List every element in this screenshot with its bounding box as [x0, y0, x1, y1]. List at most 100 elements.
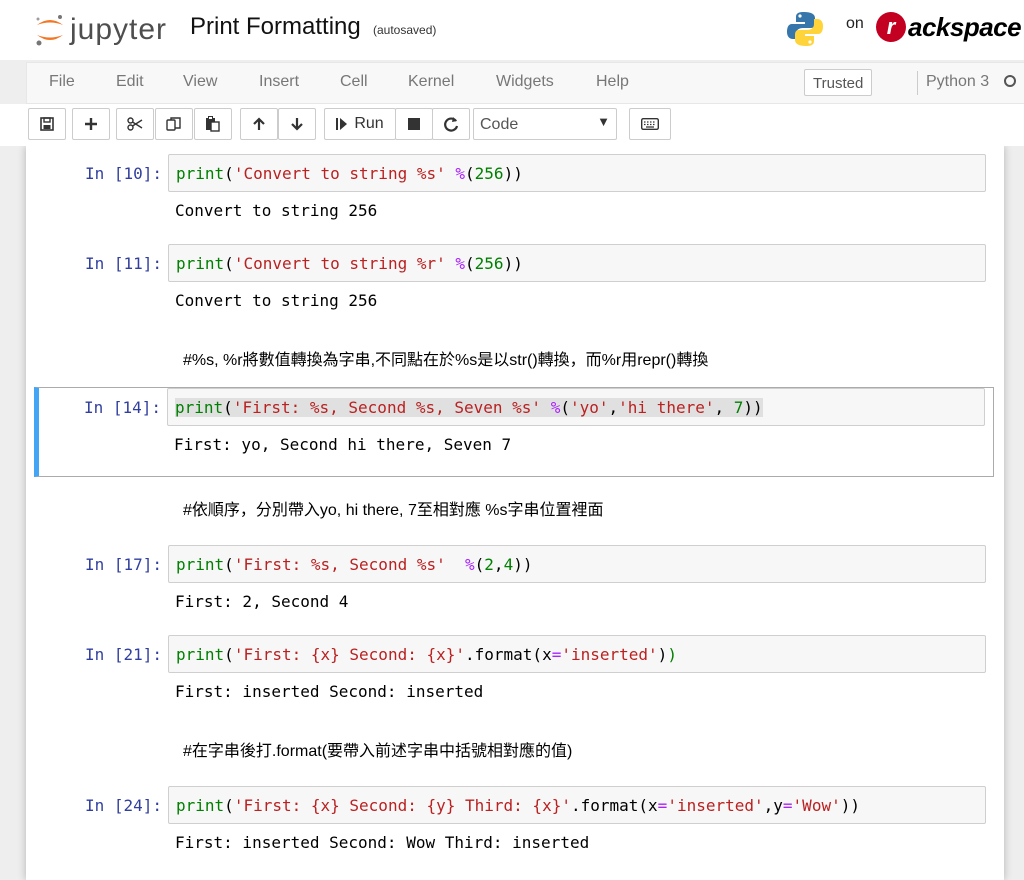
- code-token: print: [176, 555, 225, 574]
- code-token: 2: [484, 555, 494, 574]
- code-token: )): [503, 254, 523, 273]
- code-token: 'Convert to string %r': [233, 254, 446, 273]
- cell-output: Convert to string 256: [175, 291, 378, 310]
- run-button[interactable]: Run: [324, 108, 396, 140]
- code-token: =: [657, 796, 668, 815]
- chevron-down-icon: ▼: [597, 114, 610, 129]
- code-token: %: [455, 164, 466, 183]
- arrow-up-icon: [252, 117, 266, 131]
- input-prompt: In [17]:: [84, 555, 162, 574]
- code-text: print('First: {x} Second: {y} Third: {x}…: [176, 796, 860, 815]
- menu-kernel[interactable]: Kernel: [408, 73, 454, 91]
- code-cell[interactable]: In [14]: print('First: %s, Second %s, Sev…: [34, 387, 994, 477]
- code-cell[interactable]: In [17]: print('First: %s, Second %s' %(2…: [34, 545, 994, 621]
- command-palette-button[interactable]: [629, 108, 671, 140]
- menu-view[interactable]: View: [183, 73, 217, 91]
- kernel-idle-icon: [1004, 75, 1016, 87]
- cell-type-select[interactable]: Code ▼: [473, 108, 617, 140]
- cell-output: First: 2, Second 4: [175, 592, 349, 611]
- menu-help[interactable]: Help: [596, 73, 629, 91]
- code-input[interactable]: print('First: {x} Second: {x}'.format(x=…: [168, 635, 986, 673]
- code-input[interactable]: print('Convert to string %r' %(256)): [168, 244, 986, 282]
- code-token: )): [840, 796, 860, 815]
- code-token: =: [782, 796, 793, 815]
- notebook-area[interactable]: In [10]: print('Convert to string %s' %(2…: [0, 146, 1024, 880]
- cut-button[interactable]: [116, 108, 154, 140]
- menu-insert[interactable]: Insert: [259, 73, 299, 91]
- code-token: (: [465, 164, 475, 183]
- code-cell[interactable]: In [24]: print('First: {x} Second: {y} Th…: [34, 786, 994, 862]
- rackspace-logo[interactable]: r ackspace: [876, 10, 1022, 44]
- code-token: (: [474, 555, 485, 574]
- code-token: ,: [608, 398, 619, 417]
- jupyter-logo-text: jupyter: [70, 13, 168, 46]
- code-token: print: [176, 796, 225, 815]
- kernel-separator: [917, 71, 918, 95]
- run-label: Run: [354, 115, 384, 132]
- code-token: )): [513, 555, 533, 574]
- code-text: print('First: %s, Second %s' %(2,4)): [176, 555, 532, 574]
- kernel-name[interactable]: Python 3: [926, 73, 989, 91]
- markdown-text: #在字串後打.format(要帶入前述字串中括號相對應的值): [183, 743, 573, 760]
- save-icon: [40, 117, 54, 131]
- code-token: %: [465, 555, 475, 574]
- rackspace-r-icon: r: [876, 12, 906, 42]
- cell-output: First: inserted Second: inserted: [175, 682, 484, 701]
- run-icon: [336, 117, 348, 131]
- notebook-title[interactable]: Print Formatting: [190, 13, 361, 41]
- move-up-button[interactable]: [240, 108, 278, 140]
- code-input[interactable]: print('Convert to string %s' %(256)): [168, 154, 986, 192]
- code-cell[interactable]: In [21]: print('First: {x} Second: {x}'.f…: [34, 635, 994, 711]
- code-input[interactable]: print('First: {x} Second: {y} Third: {x}…: [168, 786, 986, 824]
- code-token: ): [657, 645, 668, 664]
- markdown-cell[interactable]: #%s, %r將數值轉換為字串,不同點在於%s是以str()轉換，而%r用rep…: [34, 336, 994, 378]
- markdown-cell[interactable]: #依順序，分別帶入yo, hi there, 7至相對應 %s字串位置裡面: [34, 486, 994, 528]
- code-token: (: [560, 398, 570, 417]
- code-token: 'yo': [569, 398, 609, 417]
- restart-button[interactable]: [432, 108, 470, 140]
- menu-cell[interactable]: Cell: [340, 73, 368, 91]
- paste-button[interactable]: [194, 108, 232, 140]
- code-input[interactable]: print('First: %s, Second %s' %(2,4)): [168, 545, 986, 583]
- save-button[interactable]: [28, 108, 66, 140]
- code-input[interactable]: print('First: %s, Second %s, Seven %s' %…: [167, 388, 985, 426]
- move-down-button[interactable]: [278, 108, 316, 140]
- code-token: =: [551, 645, 562, 664]
- code-cell[interactable]: In [10]: print('Convert to string %s' %(2…: [34, 154, 994, 230]
- code-token: ,: [714, 398, 734, 417]
- code-token: 'First: %s, Second %s, Seven %s': [232, 398, 542, 417]
- cell-output: First: yo, Second hi there, Seven 7: [174, 435, 512, 454]
- code-token: print: [175, 398, 224, 417]
- code-token: 'Convert to string %s': [233, 164, 446, 183]
- code-token: 256: [474, 254, 504, 273]
- code-token: 'First: {x} Second: {x}': [233, 645, 465, 664]
- plus-icon: [84, 117, 98, 131]
- code-token: 'First: {x} Second: {y} Third: {x}': [233, 796, 571, 815]
- menu-edit[interactable]: Edit: [116, 73, 144, 91]
- notebook-page: In [10]: print('Convert to string %s' %(2…: [26, 146, 1004, 880]
- code-token: print: [176, 164, 225, 183]
- code-token: (: [224, 555, 234, 574]
- menu-widgets[interactable]: Widgets: [496, 73, 554, 91]
- code-token: )): [503, 164, 523, 183]
- trusted-button[interactable]: Trusted: [804, 69, 873, 96]
- cut-icon: [127, 117, 143, 131]
- code-token: 'inserted': [667, 796, 764, 815]
- input-prompt: In [21]:: [84, 645, 162, 664]
- code-cell[interactable]: In [11]: print('Convert to string %r' %(2…: [34, 244, 994, 320]
- jupyter-logo[interactable]: jupyter: [34, 12, 167, 48]
- copy-button[interactable]: [155, 108, 193, 140]
- interrupt-button[interactable]: [395, 108, 433, 140]
- stop-icon: [407, 117, 421, 131]
- markdown-text: #%s, %r將數值轉換為字串,不同點在於%s是以str()轉換，而%r用rep…: [183, 352, 709, 369]
- insert-cell-button[interactable]: [72, 108, 110, 140]
- code-text: print('Convert to string %s' %(256)): [176, 164, 523, 183]
- markdown-cell[interactable]: #在字串後打.format(要帶入前述字串中括號相對應的值): [34, 727, 994, 769]
- menu-file[interactable]: File: [49, 73, 75, 91]
- code-token: (: [224, 645, 234, 664]
- code-token: .format(x: [465, 645, 552, 664]
- code-text: print('Convert to string %r' %(256)): [176, 254, 523, 273]
